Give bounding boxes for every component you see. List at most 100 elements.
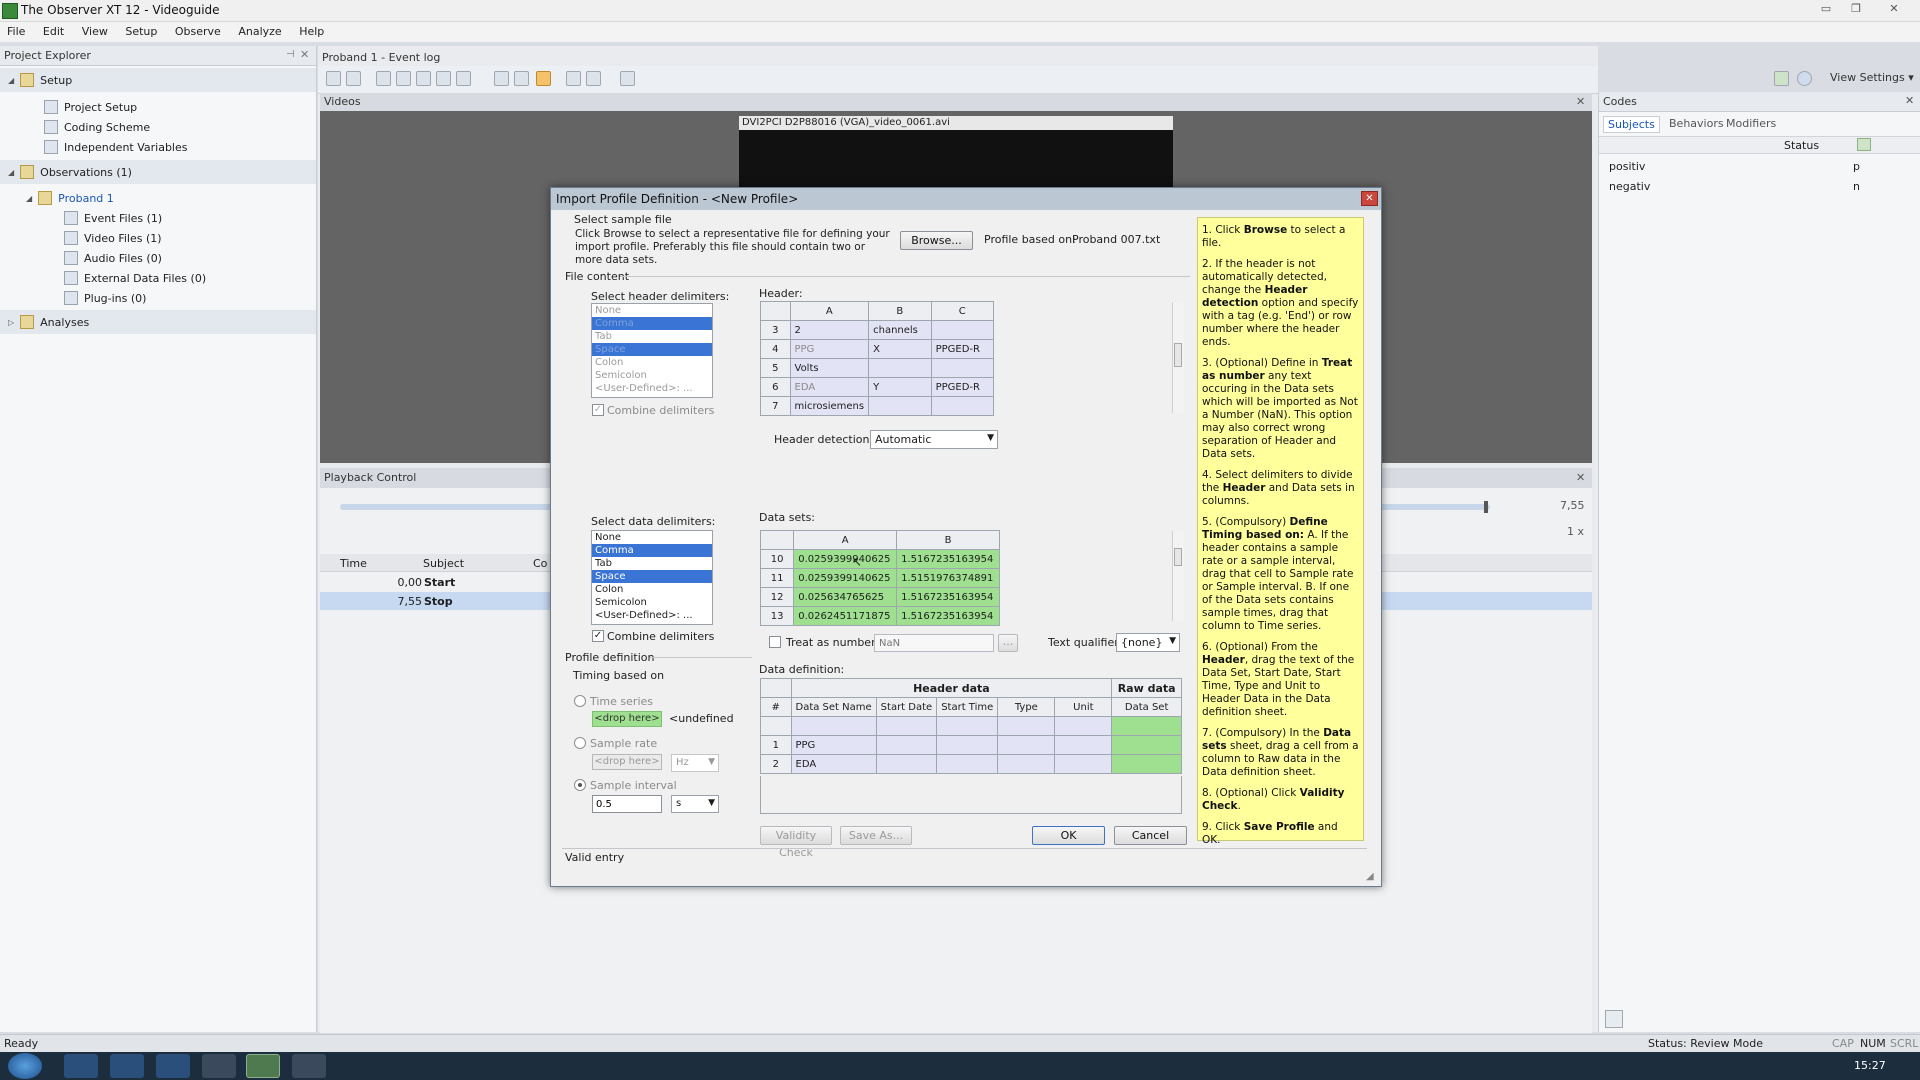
recorder-taskbar-icon[interactable] <box>202 1054 236 1078</box>
browse-button[interactable]: Browse... <box>900 231 973 250</box>
list-item[interactable]: Tab <box>592 330 712 343</box>
tab-subjects[interactable]: Subjects <box>1603 116 1660 133</box>
tab-modifiers[interactable]: Modifiers <box>1726 117 1776 130</box>
collapse-icon[interactable]: ◢ <box>26 194 32 203</box>
observer-taskbar-icon[interactable] <box>246 1054 280 1078</box>
collapse-icon[interactable]: ◢ <box>8 168 14 177</box>
external-icon[interactable] <box>1774 71 1789 86</box>
header-delimiters-list[interactable]: None Comma Tab Space Colon Semicolon <Us… <box>591 303 713 398</box>
codes-settings-icon[interactable] <box>1605 1010 1623 1028</box>
list-item[interactable]: Colon <box>592 356 712 369</box>
table-row[interactable]: 13 0.0262451171875 1.5167235163954 <box>759 606 1000 626</box>
videos-close-icon[interactable]: ✕ <box>1576 95 1585 108</box>
data-delimiters-list[interactable]: None Comma Tab Space Colon Semicolon <Us… <box>591 530 713 625</box>
video-player[interactable] <box>739 130 1173 190</box>
table-row[interactable]: 11 0.0259399140625 1.5151976374891 <box>759 568 1000 588</box>
browser-taskbar-icon[interactable] <box>64 1054 98 1078</box>
expand-icon[interactable]: ▷ <box>8 318 14 327</box>
restore-icon[interactable]: ❐ <box>1845 2 1867 18</box>
list-item[interactable]: None <box>592 531 712 544</box>
table-row[interactable]: 1 PPG <box>760 735 1182 755</box>
sample-interval-input[interactable] <box>592 795 662 813</box>
pin-icon[interactable]: ⊣ <box>286 49 295 60</box>
tree-analyses[interactable]: ▷ Analyses <box>8 312 89 332</box>
open-icon[interactable] <box>566 71 581 86</box>
list-item[interactable]: Semicolon <box>592 596 712 609</box>
list-item[interactable]: <User-Defined>: ... <box>592 609 712 622</box>
list-item[interactable]: Comma <box>592 317 712 330</box>
tree-proband-1[interactable]: ◢ Proband 1 <box>26 188 114 208</box>
tree-setup[interactable]: ◢ Setup <box>8 70 72 90</box>
media-player-taskbar-icon[interactable] <box>110 1054 144 1078</box>
tree-audio-files[interactable]: Audio Files (0) <box>64 248 162 268</box>
data-grid-scrollbar[interactable] <box>1172 531 1184 621</box>
help-icon[interactable] <box>1797 71 1812 86</box>
explorer-taskbar-icon[interactable] <box>292 1054 326 1078</box>
menu-setup[interactable]: Setup <box>118 22 164 41</box>
header-combine-checkbox[interactable]: ✓ <box>592 404 604 416</box>
list-item[interactable]: <User-Defined>: ... <box>592 382 712 395</box>
remove-icon[interactable] <box>436 71 451 86</box>
scroll-thumb[interactable] <box>1174 548 1182 566</box>
table-row[interactable]: 4 PPG X PPGED-R <box>760 339 995 359</box>
record-icon[interactable] <box>536 71 551 86</box>
menu-file[interactable]: File <box>0 22 32 41</box>
accept-icon[interactable] <box>376 71 391 86</box>
cancel-button[interactable]: Cancel <box>1114 826 1187 845</box>
tree-observations[interactable]: ◢ Observations (1) <box>8 162 132 182</box>
sample-interval-radio[interactable] <box>574 779 586 791</box>
tree-project-setup[interactable]: Project Setup <box>44 97 137 117</box>
panel-close-icon[interactable]: ✕ <box>300 48 309 61</box>
tree-independent-variables[interactable]: Independent Variables <box>44 137 188 157</box>
table-row[interactable]: 7 microsiemens <box>760 396 995 416</box>
header-detection-select[interactable]: Automatic ▼ <box>870 430 998 449</box>
menu-edit[interactable]: Edit <box>36 22 71 41</box>
start-button[interactable] <box>8 1053 42 1079</box>
slider-handle[interactable] <box>1484 501 1488 513</box>
tree-video-files[interactable]: Video Files (1) <box>64 228 162 248</box>
save-as-button[interactable]: Save As... <box>840 826 912 845</box>
nan-browse-button[interactable]: ... <box>998 634 1018 652</box>
data-combine-checkbox[interactable]: ✓ <box>592 630 604 642</box>
time-series-radio[interactable] <box>574 695 586 707</box>
code-positiv[interactable]: positiv <box>1609 160 1645 173</box>
delete-icon[interactable] <box>416 71 431 86</box>
sample-rate-unit-select[interactable]: Hz ▼ <box>671 754 719 772</box>
time-series-drop-target[interactable]: <drop here> <box>592 711 662 727</box>
tree-coding-scheme[interactable]: Coding Scheme <box>44 117 150 137</box>
codes-close-icon[interactable]: ✕ <box>1905 94 1914 107</box>
ok-button[interactable]: OK <box>1032 826 1105 845</box>
table-row[interactable]: 12 0.025634765625 1.5167235163954 <box>759 587 1000 607</box>
view-settings-button[interactable]: View Settings ▾ <box>1830 71 1914 84</box>
menu-help[interactable]: Help <box>292 22 331 41</box>
table-row[interactable]: 2 EDA <box>760 754 1182 774</box>
redo-icon[interactable] <box>346 71 361 86</box>
scroll-thumb[interactable] <box>1174 343 1182 367</box>
collapse-icon[interactable]: ◢ <box>8 76 14 85</box>
menu-analyze[interactable]: Analyze <box>231 22 288 41</box>
filter-icon[interactable] <box>620 71 635 86</box>
tree-external-data-files[interactable]: External Data Files (0) <box>64 268 206 288</box>
list-item[interactable]: Space <box>592 343 712 356</box>
document-tab[interactable]: Proband 1 - Event log <box>322 51 440 64</box>
list-item[interactable]: Space <box>592 570 712 583</box>
tab-behaviors[interactable]: Behaviors <box>1669 117 1724 130</box>
treat-as-number-checkbox[interactable] <box>769 636 781 648</box>
list-item[interactable]: Semicolon <box>592 369 712 382</box>
table-row[interactable]: 5 Volts <box>760 358 995 378</box>
cut-icon[interactable] <box>456 71 471 86</box>
sample-rate-drop-target[interactable]: <drop here> <box>592 754 662 770</box>
play-all-icon[interactable] <box>514 71 529 86</box>
sample-rate-radio[interactable] <box>574 737 586 749</box>
dialog-close-icon[interactable]: ✕ <box>1361 191 1378 206</box>
resize-grip-icon[interactable]: ◢ <box>1366 871 1374 882</box>
list-item[interactable]: None <box>592 304 712 317</box>
undo-icon[interactable] <box>326 71 341 86</box>
insert-icon[interactable] <box>396 71 411 86</box>
validity-check-button[interactable]: Validity Check <box>760 826 832 859</box>
tree-plug-ins[interactable]: Plug-ins (0) <box>64 288 146 308</box>
list-item[interactable]: Tab <box>592 557 712 570</box>
table-row[interactable]: 6 EDA Y PPGED-R <box>760 377 995 397</box>
nan-input[interactable] <box>874 634 994 652</box>
playback-close-icon[interactable]: ✕ <box>1576 471 1585 484</box>
